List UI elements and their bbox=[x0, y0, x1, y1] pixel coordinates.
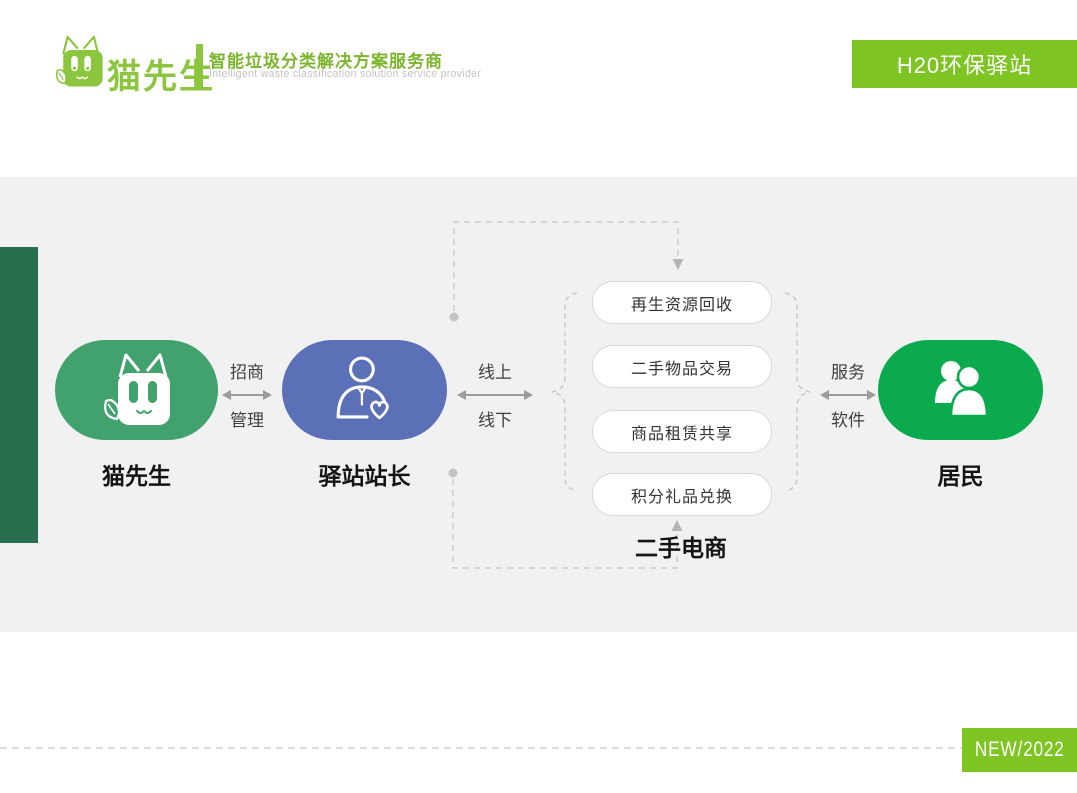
logo-divider bbox=[196, 44, 203, 88]
services-group-label: 二手电商 bbox=[592, 529, 770, 563]
service-pill-secondhand-trade: 二手物品交易 bbox=[592, 345, 772, 388]
connector-top-label: 线上 bbox=[456, 358, 534, 383]
node-maoxiansheng bbox=[55, 340, 218, 440]
residents-icon bbox=[930, 357, 992, 424]
cat-logo-icon bbox=[54, 34, 106, 93]
double-arrow-icon bbox=[823, 394, 873, 396]
slide: 猫先生 智能垃圾分类解决方案服务商 Intelligent waste clas… bbox=[0, 0, 1077, 793]
station-title-banner: H20环保驿站 bbox=[852, 40, 1077, 88]
connector-top-label: 服务 bbox=[819, 358, 877, 383]
service-pill-points-redemption: 积分礼品兑换 bbox=[592, 473, 772, 516]
node-label-maoxiansheng: 猫先生 bbox=[55, 457, 218, 491]
double-arrow-icon bbox=[225, 394, 269, 396]
node-residents bbox=[878, 340, 1043, 440]
connector-bottom-label: 管理 bbox=[221, 406, 273, 431]
service-pill-recycling: 再生资源回收 bbox=[592, 281, 772, 324]
connector-top-label: 招商 bbox=[221, 358, 273, 383]
station-master-icon bbox=[334, 356, 396, 425]
double-arrow-icon bbox=[460, 394, 530, 396]
new-year-badge-text: NEW/2022 bbox=[975, 738, 1065, 762]
cat-face-icon bbox=[102, 349, 172, 432]
connector-online-offline: 线上 线下 bbox=[456, 358, 534, 431]
connector-service-software: 服务 软件 bbox=[819, 358, 877, 431]
tagline-english: Intelligent waste classification solutio… bbox=[209, 68, 481, 80]
node-label-residents: 居民 bbox=[878, 457, 1043, 491]
left-accent-bar bbox=[0, 247, 38, 543]
new-year-badge: NEW/2022 bbox=[962, 728, 1077, 772]
connector-bottom-label: 线下 bbox=[456, 406, 534, 431]
node-label-station-master: 驿站站长 bbox=[282, 457, 447, 491]
connector-bottom-label: 软件 bbox=[819, 406, 877, 431]
connector-recruit-manage: 招商 管理 bbox=[221, 358, 273, 431]
service-pill-rental-sharing: 商品租赁共享 bbox=[592, 410, 772, 453]
node-station-master bbox=[282, 340, 447, 440]
